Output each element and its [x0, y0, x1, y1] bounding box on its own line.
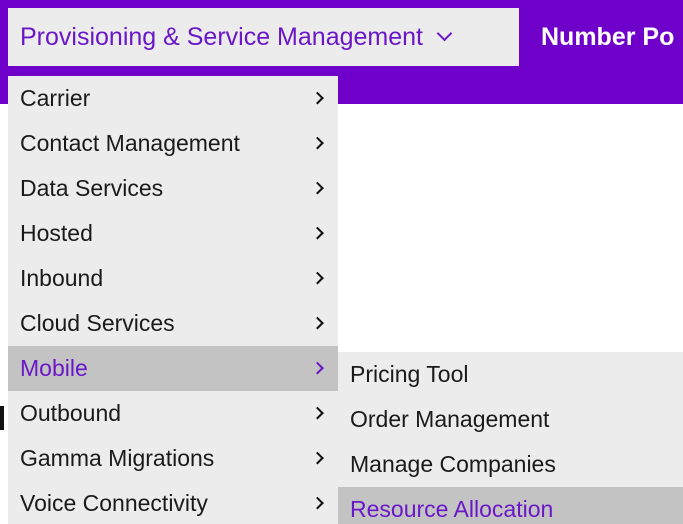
menu-item-outbound[interactable]: Outbound [8, 391, 338, 436]
nav-number-porting[interactable]: Number Po [541, 8, 674, 66]
chevron-right-icon [311, 271, 324, 284]
chevron-right-icon [311, 226, 324, 239]
menu-item-label: Data Services [20, 175, 164, 201]
menu-item-inbound[interactable]: Inbound [8, 256, 338, 301]
menu-item-carrier[interactable]: Carrier [8, 76, 338, 121]
menu-item-label: Gamma Migrations [20, 445, 215, 471]
submenu-item-label: Order Management [350, 406, 550, 432]
submenu-item-label: Manage Companies [350, 451, 556, 477]
menu-item-label: Outbound [20, 400, 122, 426]
nav-provisioning-label: Provisioning & Service Management [20, 22, 423, 51]
chevron-right-icon [311, 496, 324, 509]
mobile-submenu: Pricing Tool Order Management Manage Com… [338, 352, 683, 524]
menu-item-label: Contact Management [20, 130, 240, 156]
submenu-item-resource-allocation[interactable]: Resource Allocation [338, 487, 683, 524]
chevron-right-icon [311, 91, 324, 104]
background-edge-mark [0, 406, 4, 430]
chevron-down-icon [436, 25, 453, 41]
menu-item-gamma-migrations[interactable]: Gamma Migrations [8, 436, 338, 481]
menu-item-hosted[interactable]: Hosted [8, 211, 338, 256]
chevron-right-icon [311, 136, 324, 149]
menu-item-label: Hosted [20, 220, 93, 246]
chevron-right-icon [311, 406, 324, 419]
menu-item-data-services[interactable]: Data Services [8, 166, 338, 211]
chevron-right-icon [311, 361, 324, 374]
provisioning-dropdown-menu: Carrier Contact Management Data Services… [8, 76, 338, 524]
menu-item-label: Mobile [20, 355, 88, 381]
menu-item-cloud-services[interactable]: Cloud Services [8, 301, 338, 346]
menu-item-mobile[interactable]: Mobile [8, 346, 338, 391]
submenu-item-pricing-tool[interactable]: Pricing Tool [338, 352, 683, 397]
chevron-right-icon [311, 316, 324, 329]
menu-item-label: Voice Connectivity [20, 490, 208, 516]
submenu-item-label: Resource Allocation [350, 496, 554, 522]
menu-item-label: Cloud Services [20, 310, 175, 336]
nav-provisioning-service-management[interactable]: Provisioning & Service Management [8, 8, 519, 66]
menu-item-label: Inbound [20, 265, 104, 291]
chevron-right-icon [311, 181, 324, 194]
submenu-item-manage-companies[interactable]: Manage Companies [338, 442, 683, 487]
chevron-right-icon [311, 451, 324, 464]
submenu-item-order-management[interactable]: Order Management [338, 397, 683, 442]
menu-item-label: Carrier [20, 85, 91, 111]
nav-number-porting-label: Number Po [541, 22, 675, 51]
app-screen: Provisioning & Service Management Number… [0, 0, 683, 524]
menu-item-voice-connectivity[interactable]: Voice Connectivity [8, 481, 338, 524]
submenu-item-label: Pricing Tool [350, 361, 469, 387]
menu-item-contact-management[interactable]: Contact Management [8, 121, 338, 166]
